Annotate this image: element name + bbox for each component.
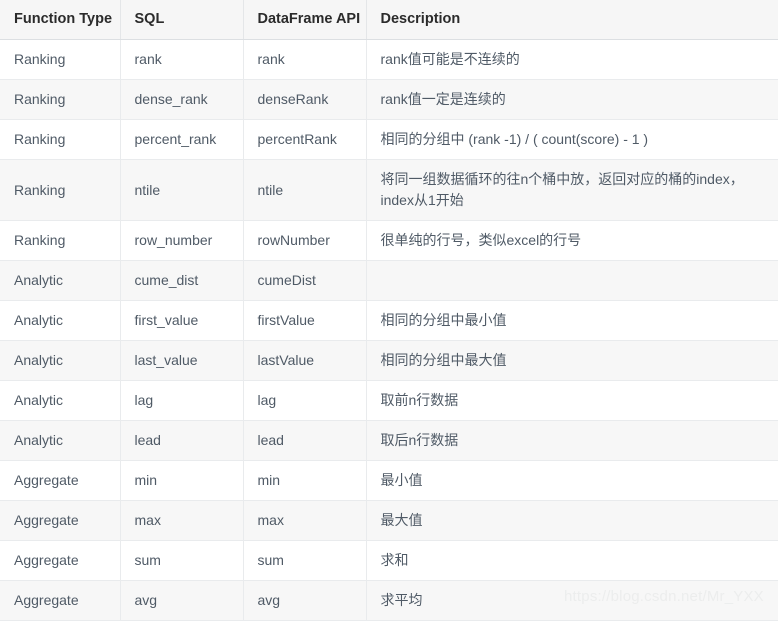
cell-description: 最小值 [366, 460, 778, 501]
cell-sql: dense_rank [120, 79, 244, 120]
window-functions-table-container: Function Type SQL DataFrame API Descript… [0, 0, 778, 621]
cell-function-type: Ranking [0, 39, 121, 80]
cell-dataframe-api: lag [243, 380, 367, 421]
cell-function-type: Analytic [0, 340, 121, 381]
table-row: Analytic lead lead 取后n行数据 [0, 420, 778, 461]
column-header-description: Description [366, 0, 778, 40]
cell-dataframe-api: rank [243, 39, 367, 80]
cell-function-type: Analytic [0, 260, 121, 301]
cell-function-type: Aggregate [0, 540, 121, 581]
table-row: Analytic last_value lastValue 相同的分组中最大值 [0, 340, 778, 381]
column-header-sql: SQL [120, 0, 244, 40]
cell-description: 将同一组数据循环的往n个桶中放，返回对应的桶的index，index从1开始 [366, 159, 778, 221]
table-row: Aggregate max max 最大值 [0, 500, 778, 541]
cell-sql: sum [120, 540, 244, 581]
table-header: Function Type SQL DataFrame API Descript… [0, 0, 778, 40]
cell-sql: min [120, 460, 244, 501]
cell-dataframe-api: rowNumber [243, 220, 367, 261]
table-row: Ranking rank rank rank值可能是不连续的 [0, 39, 778, 80]
cell-description: 相同的分组中最大值 [366, 340, 778, 381]
cell-dataframe-api: percentRank [243, 119, 367, 160]
cell-dataframe-api: max [243, 500, 367, 541]
cell-description [366, 260, 778, 301]
cell-sql: cume_dist [120, 260, 244, 301]
cell-description: 取后n行数据 [366, 420, 778, 461]
cell-dataframe-api: lastValue [243, 340, 367, 381]
cell-dataframe-api: ntile [243, 159, 367, 221]
cell-sql: avg [120, 580, 244, 621]
cell-sql: lag [120, 380, 244, 421]
cell-description: 求平均 [366, 580, 778, 621]
cell-sql: lead [120, 420, 244, 461]
table-row: Ranking ntile ntile 将同一组数据循环的往n个桶中放，返回对应的桶的… [0, 159, 778, 221]
table-row: Analytic lag lag 取前n行数据 [0, 380, 778, 421]
cell-description: 相同的分组中最小值 [366, 300, 778, 341]
cell-dataframe-api: cumeDist [243, 260, 367, 301]
cell-description: 很单纯的行号，类似excel的行号 [366, 220, 778, 261]
cell-dataframe-api: lead [243, 420, 367, 461]
cell-sql: max [120, 500, 244, 541]
cell-description: 相同的分组中 (rank -1) / ( count(score) - 1 ) [366, 119, 778, 160]
cell-function-type: Aggregate [0, 460, 121, 501]
cell-description: 最大值 [366, 500, 778, 541]
cell-function-type: Analytic [0, 380, 121, 421]
column-header-dataframe-api: DataFrame API [243, 0, 367, 40]
column-header-function-type: Function Type [0, 0, 121, 40]
cell-dataframe-api: min [243, 460, 367, 501]
cell-description: 取前n行数据 [366, 380, 778, 421]
cell-description: 求和 [366, 540, 778, 581]
cell-sql: ntile [120, 159, 244, 221]
cell-function-type: Ranking [0, 159, 121, 221]
cell-sql: first_value [120, 300, 244, 341]
cell-function-type: Analytic [0, 300, 121, 341]
table-row: Aggregate sum sum 求和 [0, 540, 778, 581]
cell-sql: last_value [120, 340, 244, 381]
table-row: Ranking dense_rank denseRank rank值一定是连续的 [0, 79, 778, 120]
cell-function-type: Ranking [0, 79, 121, 120]
cell-dataframe-api: firstValue [243, 300, 367, 341]
cell-function-type: Ranking [0, 119, 121, 160]
cell-description: rank值一定是连续的 [366, 79, 778, 120]
cell-dataframe-api: denseRank [243, 79, 367, 120]
cell-sql: percent_rank [120, 119, 244, 160]
cell-description: rank值可能是不连续的 [366, 39, 778, 80]
cell-dataframe-api: avg [243, 580, 367, 621]
table-row: Analytic cume_dist cumeDist [0, 260, 778, 301]
table-row: Analytic first_value firstValue 相同的分组中最小值 [0, 300, 778, 341]
table-row: Ranking row_number rowNumber 很单纯的行号，类似excel… [0, 220, 778, 261]
table-row: Aggregate avg avg 求平均 [0, 580, 778, 621]
cell-sql: row_number [120, 220, 244, 261]
cell-function-type: Ranking [0, 220, 121, 261]
cell-sql: rank [120, 39, 244, 80]
window-functions-table: Function Type SQL DataFrame API Descript… [0, 0, 778, 621]
cell-function-type: Aggregate [0, 500, 121, 541]
table-row: Ranking percent_rank percentRank 相同的分组中 (ra… [0, 119, 778, 160]
cell-function-type: Analytic [0, 420, 121, 461]
cell-dataframe-api: sum [243, 540, 367, 581]
table-header-row: Function Type SQL DataFrame API Descript… [0, 0, 778, 40]
cell-function-type: Aggregate [0, 580, 121, 621]
table-body: Ranking rank rank rank值可能是不连续的 Ranking dense_… [0, 39, 778, 621]
table-row: Aggregate min min 最小值 [0, 460, 778, 501]
